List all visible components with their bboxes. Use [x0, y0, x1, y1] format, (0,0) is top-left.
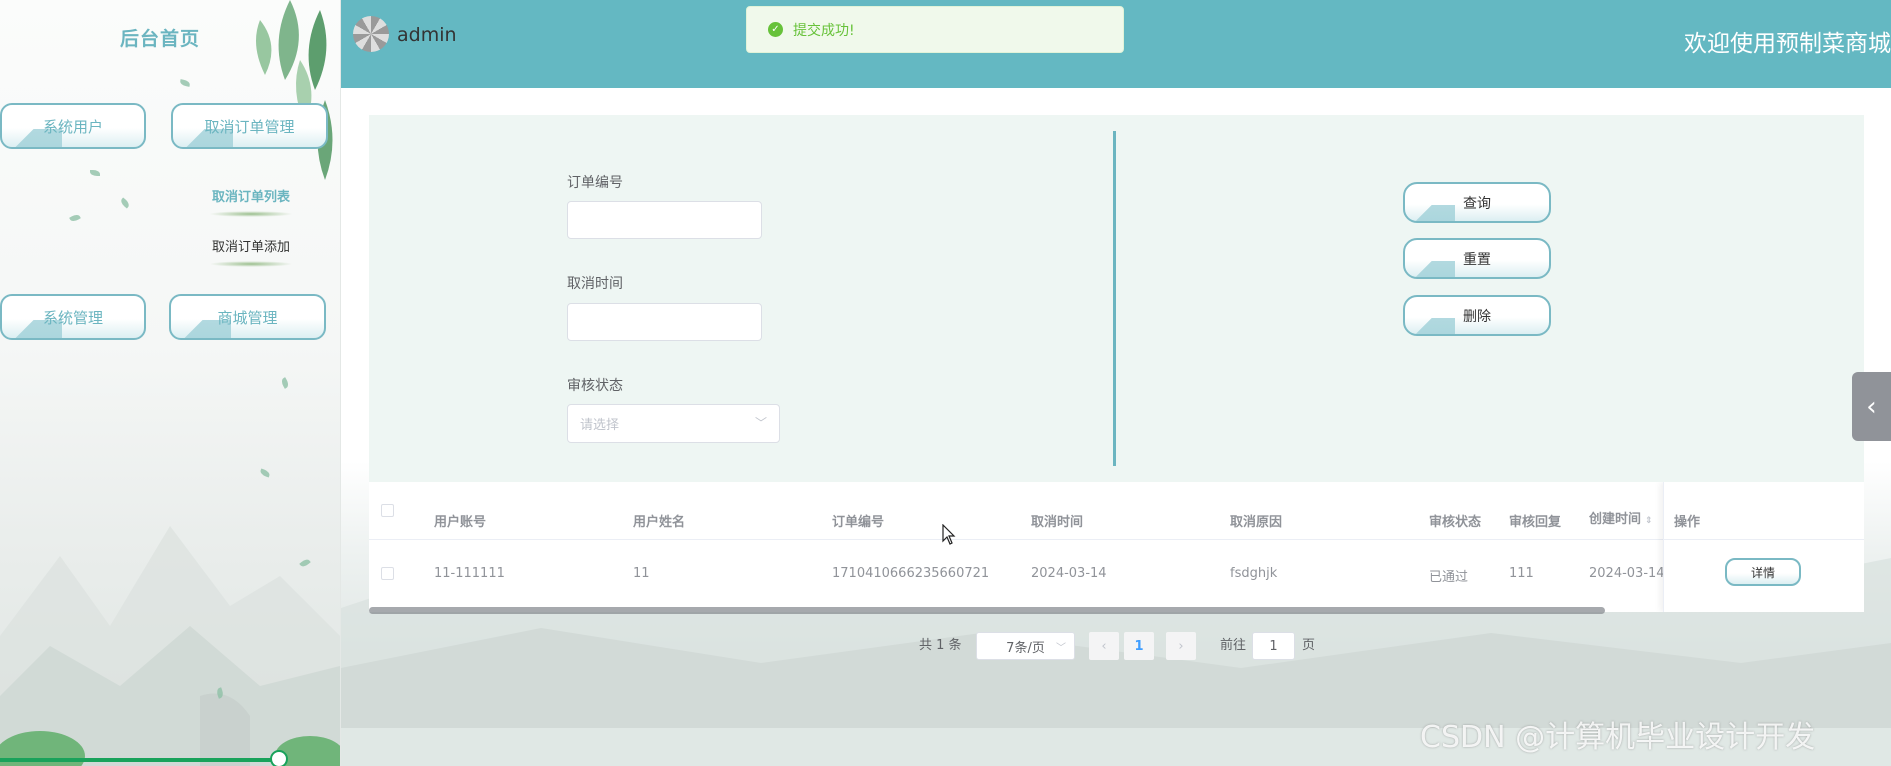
orders-table: 用户账号 用户姓名 订单编号 取消时间 取消原因 审核状态 审核回复 创建时间 ⇕… — [369, 482, 1864, 612]
welcome-text: 欢迎使用预制菜商城 — [1684, 31, 1891, 57]
table-horizontal-scrollbar[interactable] — [369, 607, 1605, 614]
header-actions: 操作 — [1674, 515, 1701, 530]
avatar[interactable] — [353, 16, 389, 52]
leaf-icon — [90, 170, 100, 176]
button-label: 重置 — [1463, 251, 1491, 268]
header-cancel-reason: 取消原因 — [1230, 515, 1283, 530]
menu-label: 系统用户 — [42, 117, 103, 136]
reset-button[interactable]: 重置 — [1403, 238, 1551, 279]
order-no-label: 订单编号 — [567, 175, 623, 191]
menu-label: 取消订单管理 — [204, 117, 295, 136]
row-checkbox[interactable] — [381, 567, 394, 580]
brush-underline — [209, 261, 293, 267]
toast-message: 提交成功! — [793, 22, 855, 39]
cancel-time-label: 取消时间 — [567, 276, 623, 292]
cell-cancel-time: 2024-03-14 — [1031, 566, 1107, 581]
cell-order-no: 1710410666235660721 — [832, 566, 990, 581]
button-label: 查询 — [1463, 195, 1491, 212]
progress-slider[interactable] — [0, 758, 285, 762]
header-order-no: 订单编号 — [832, 515, 885, 530]
mountain-icon — [1405, 205, 1455, 221]
header-review-reply: 审核回复 — [1509, 515, 1562, 530]
cancel-time-input[interactable] — [567, 303, 762, 341]
cell-cancel-reason: fsdghjk — [1230, 566, 1278, 581]
leaf-icon — [179, 79, 191, 87]
query-button[interactable]: 查询 — [1403, 182, 1551, 223]
mountain-icon — [1405, 318, 1455, 334]
page-number-current[interactable]: 1 — [1124, 632, 1154, 660]
prev-page-button[interactable]: ‹ — [1089, 632, 1119, 660]
slider-thumb[interactable] — [270, 750, 288, 766]
page-size-value: 7条/页 — [1006, 640, 1045, 656]
cell-user-name: 11 — [633, 566, 650, 581]
review-status-label: 审核状态 — [567, 378, 623, 394]
submenu-label: 取消订单列表 — [211, 190, 290, 205]
menu-label: 系统管理 — [42, 308, 103, 327]
header-review-status: 审核状态 — [1429, 515, 1482, 530]
watermark-text: CSDN @计算机毕业设计开发 — [1420, 720, 1816, 755]
submenu-cancel-order-add[interactable]: 取消订单添加 — [196, 236, 306, 267]
button-label: 删除 — [1463, 308, 1491, 325]
header-user-name: 用户姓名 — [633, 515, 686, 530]
page-size-select[interactable]: 7条/页 ﹀ — [976, 632, 1075, 660]
order-no-input[interactable] — [567, 201, 762, 239]
mountain-icon — [1405, 261, 1455, 277]
sidebar-title[interactable]: 后台首页 — [0, 24, 320, 51]
menu-system-mgmt[interactable]: 系统管理 — [0, 294, 146, 340]
mountain-illustration — [0, 526, 340, 766]
check-circle-icon: ✓ — [768, 22, 783, 37]
cell-user-account: 11-111111 — [434, 566, 505, 581]
submenu-label: 取消订单添加 — [211, 240, 290, 255]
sidebar: 后台首页 系统用户 取消订单管理 取消订单列表 取消订单添加 系统管理 商城管理 — [0, 0, 341, 766]
select-all-checkbox[interactable] — [381, 504, 394, 517]
chevron-down-icon: ﹀ — [1056, 642, 1066, 654]
leaf-icon — [279, 377, 291, 389]
cell-created-time: 2024-03-14 — [1589, 566, 1665, 581]
cell-review-reply: 111 — [1509, 566, 1534, 581]
menu-mall-mgmt[interactable]: 商城管理 — [169, 294, 326, 340]
mouse-cursor-icon — [942, 524, 956, 545]
page-number: 1 — [1134, 638, 1144, 654]
goto-page-input[interactable]: 1 — [1252, 632, 1295, 660]
submenu-cancel-order-list[interactable]: 取消订单列表 — [196, 186, 306, 217]
chevron-left-icon: ‹ — [1866, 391, 1877, 422]
cell-review-status: 已通过 — [1429, 570, 1469, 585]
header-divider — [1664, 539, 1864, 540]
brush-underline — [209, 211, 293, 217]
menu-cancel-order-mgmt[interactable]: 取消订单管理 — [171, 103, 328, 149]
select-placeholder: 请选择 — [580, 418, 620, 433]
leaf-icon — [119, 197, 131, 209]
actions-column: 操作 — [1663, 482, 1864, 612]
button-label: 详情 — [1750, 565, 1775, 580]
menu-system-users[interactable]: 系统用户 — [0, 103, 146, 149]
username[interactable]: admin — [397, 24, 457, 46]
next-page-button[interactable]: › — [1166, 632, 1196, 660]
chevron-down-icon: ﹀ — [754, 416, 767, 430]
search-divider — [1113, 131, 1116, 466]
menu-label: 商城管理 — [217, 308, 278, 327]
header-label: 创建时间 — [1589, 512, 1642, 527]
sort-icon[interactable]: ⇕ — [1645, 516, 1653, 526]
goto-page-value: 1 — [1269, 638, 1278, 654]
collapse-panel-button[interactable]: ‹ — [1852, 372, 1891, 441]
goto-prefix: 前往 — [1220, 638, 1247, 653]
leaf-icon — [69, 212, 81, 224]
pagination-total: 共 1 条 — [919, 638, 962, 653]
delete-button[interactable]: 删除 — [1403, 295, 1551, 336]
detail-button[interactable]: 详情 — [1725, 558, 1801, 586]
header-cancel-time: 取消时间 — [1031, 515, 1084, 530]
success-toast: ✓ 提交成功! — [746, 6, 1124, 53]
review-status-select[interactable]: 请选择 ﹀ — [567, 404, 780, 443]
goto-suffix: 页 — [1302, 638, 1316, 653]
header-created-time[interactable]: 创建时间 ⇕ — [1589, 508, 1653, 527]
header-divider — [369, 539, 1864, 540]
header-user-account: 用户账号 — [434, 515, 487, 530]
